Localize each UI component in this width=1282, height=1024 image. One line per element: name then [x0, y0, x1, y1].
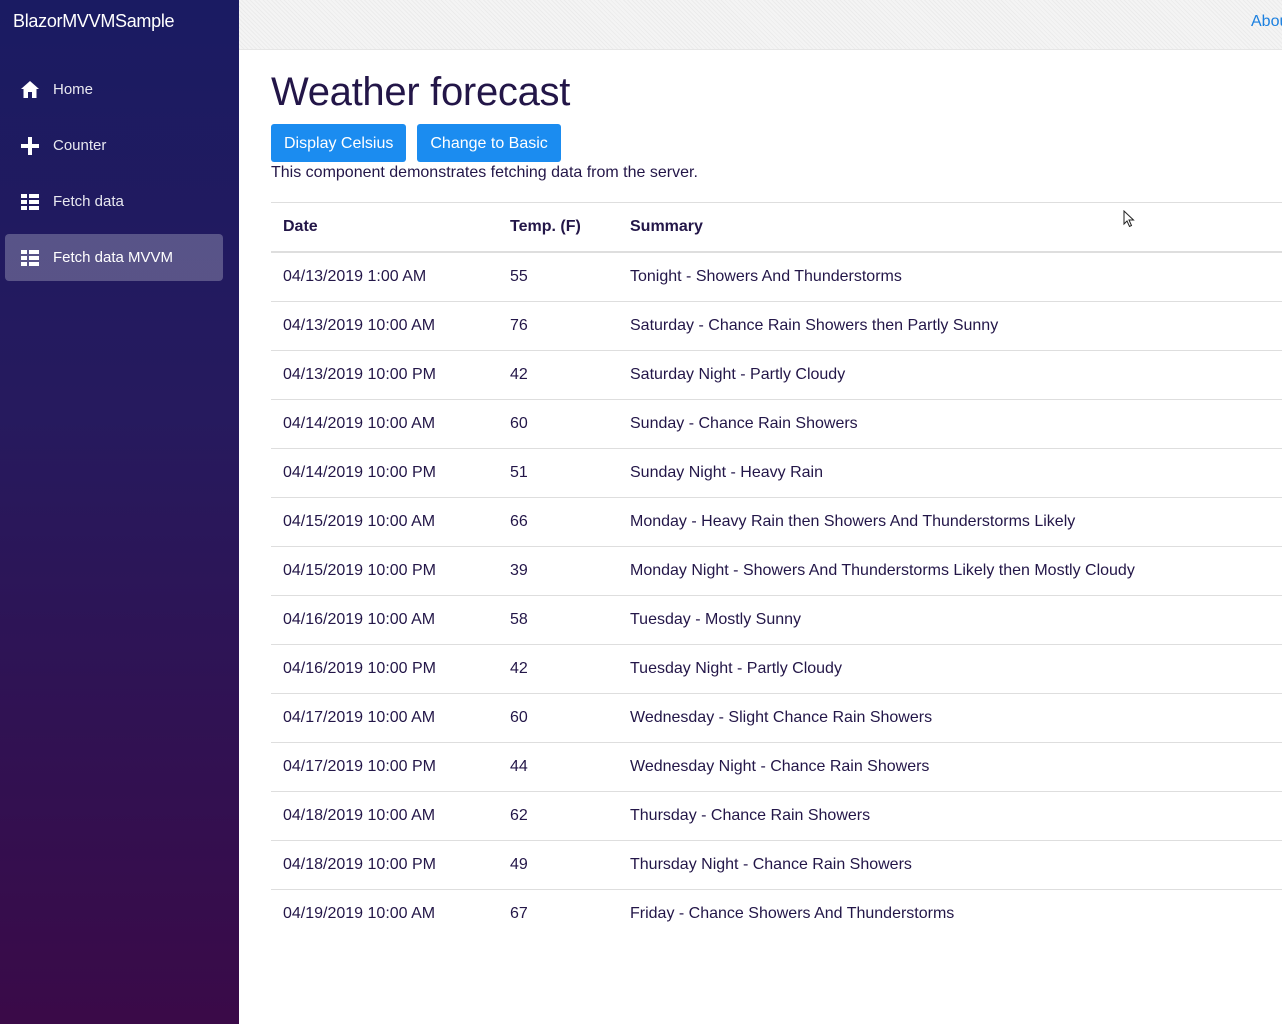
cell-date: 04/13/2019 10:00 PM — [271, 350, 498, 400]
nav-item-fetch-data[interactable]: Fetch data — [5, 178, 223, 225]
table-row: 04/19/2019 10:00 AM 67 Friday - Chance S… — [271, 890, 1282, 939]
home-icon — [20, 80, 40, 100]
cell-date: 04/13/2019 10:00 AM — [271, 301, 498, 351]
cell-temp: 62 — [498, 791, 618, 841]
cell-summary: Tuesday Night - Partly Cloudy — [618, 644, 1282, 694]
cell-date: 04/17/2019 10:00 PM — [271, 742, 498, 792]
mouse-cursor-icon — [1123, 209, 1135, 233]
cell-summary: Thursday Night - Chance Rain Showers — [618, 840, 1282, 890]
nav-item-label: Counter — [53, 137, 107, 154]
page-title: Weather forecast — [271, 70, 571, 114]
main-content: Weather forecast Display Celsius Change t… — [271, 49, 1282, 938]
change-to-basic-button[interactable]: Change to Basic — [417, 124, 561, 162]
cell-summary: Thursday - Chance Rain Showers — [618, 791, 1282, 841]
cell-summary: Sunday Night - Heavy Rain — [618, 448, 1282, 498]
table-row: 04/13/2019 10:00 PM 42 Saturday Night - … — [271, 350, 1282, 400]
nav-item-label: Fetch data MVVM — [53, 249, 174, 266]
cell-summary: Friday - Chance Showers And Thunderstorm… — [630, 905, 955, 922]
about-link[interactable]: About — [1251, 13, 1282, 31]
cell-summary: Saturday - Chance Rain Showers then Part… — [618, 301, 1282, 351]
cell-summary: Monday - Heavy Rain then Showers And Thu… — [618, 497, 1282, 547]
cell-summary: Wednesday Night - Chance Rain Showers — [618, 742, 1282, 792]
cell-summary: Monday Night - Showers And Thunderstorms… — [618, 546, 1282, 596]
brand-title[interactable]: BlazorMVVMSample — [13, 11, 175, 32]
cell-summary: Saturday Night - Partly Cloudy — [618, 350, 1282, 400]
top-bar: About — [239, 0, 1282, 50]
forecast-table: Date Temp. (F) Summary 04/13/2019 1:00 A… — [271, 202, 1282, 938]
sidebar: BlazorMVVMSample Home Counter Fetch data… — [0, 0, 239, 1024]
cell-summary: Tonight - Showers And Thunderstorms — [618, 252, 1282, 302]
table-row: 04/16/2019 10:00 PM 42 Tuesday Night - P… — [271, 644, 1282, 694]
table-row: 04/15/2019 10:00 AM 66 Monday - Heavy Ra… — [271, 497, 1282, 547]
cell-date: 04/19/2019 10:00 AM — [283, 905, 436, 922]
cell-temp: 42 — [498, 350, 618, 400]
column-header-summary: Summary — [618, 202, 1282, 253]
display-celsius-button[interactable]: Display Celsius — [271, 124, 407, 162]
list-icon — [20, 248, 40, 268]
nav-item-fetch-data-mvvm[interactable]: Fetch data MVVM — [5, 234, 223, 281]
cell-temp: 39 — [498, 546, 618, 596]
table-row: 04/14/2019 10:00 AM 60 Sunday - Chance R… — [271, 399, 1282, 449]
table-row: 04/14/2019 10:00 PM 51 Sunday Night - He… — [271, 448, 1282, 498]
cell-summary: Tuesday - Mostly Sunny — [618, 595, 1282, 645]
cell-temp: 51 — [498, 448, 618, 498]
cell-date: 04/14/2019 10:00 PM — [271, 448, 498, 498]
cell-temp: 67 — [510, 905, 528, 922]
cell-date: 04/14/2019 10:00 AM — [271, 399, 498, 449]
column-header-date: Date — [271, 202, 498, 253]
cell-date: 04/15/2019 10:00 AM — [271, 497, 498, 547]
nav-item-counter[interactable]: Counter — [5, 122, 223, 169]
table-row: 04/17/2019 10:00 PM 44 Wednesday Night -… — [271, 742, 1282, 792]
cell-summary: Wednesday - Slight Chance Rain Showers — [618, 693, 1282, 743]
table-row: 04/18/2019 10:00 AM 62 Thursday - Chance… — [271, 791, 1282, 841]
nav-item-label: Home — [53, 81, 94, 98]
cell-date: 04/18/2019 10:00 PM — [271, 840, 498, 890]
plus-icon — [20, 136, 40, 156]
table-row: 04/15/2019 10:00 PM 39 Monday Night - Sh… — [271, 546, 1282, 596]
nav-item-home[interactable]: Home — [5, 66, 223, 113]
button-row: Display Celsius Change to Basic — [271, 124, 1282, 162]
list-icon — [20, 192, 40, 212]
nav-menu: Home Counter Fetch data Fetch data MVVM — [5, 66, 223, 290]
cell-summary: Sunday - Chance Rain Showers — [618, 399, 1282, 449]
cell-date: 04/15/2019 10:00 PM — [271, 546, 498, 596]
cell-date: 04/17/2019 10:00 AM — [271, 693, 498, 743]
table-row: 04/16/2019 10:00 AM 58 Tuesday - Mostly … — [271, 595, 1282, 645]
cell-temp: 58 — [498, 595, 618, 645]
cell-temp: 60 — [498, 693, 618, 743]
cell-temp: 44 — [498, 742, 618, 792]
column-header-temp: Temp. (F) — [498, 202, 618, 253]
table-row: 04/17/2019 10:00 AM 60 Wednesday - Sligh… — [271, 693, 1282, 743]
table-row: 04/13/2019 10:00 AM 76 Saturday - Chance… — [271, 301, 1282, 351]
page-description: This component demonstrates fetching dat… — [271, 164, 698, 181]
cell-date: 04/16/2019 10:00 PM — [271, 644, 498, 694]
cell-temp: 66 — [498, 497, 618, 547]
cell-temp: 42 — [498, 644, 618, 694]
cell-temp: 55 — [498, 252, 618, 302]
cell-date: 04/16/2019 10:00 AM — [271, 595, 498, 645]
cell-date: 04/18/2019 10:00 AM — [271, 791, 498, 841]
table-row: 04/13/2019 1:00 AM 55 Tonight - Showers … — [271, 252, 1282, 302]
cell-temp: 76 — [498, 301, 618, 351]
cell-date: 04/13/2019 1:00 AM — [271, 252, 498, 302]
cell-temp: 60 — [498, 399, 618, 449]
cell-temp: 49 — [498, 840, 618, 890]
nav-item-label: Fetch data — [53, 193, 124, 210]
table-row: 04/18/2019 10:00 PM 49 Thursday Night - … — [271, 840, 1282, 890]
